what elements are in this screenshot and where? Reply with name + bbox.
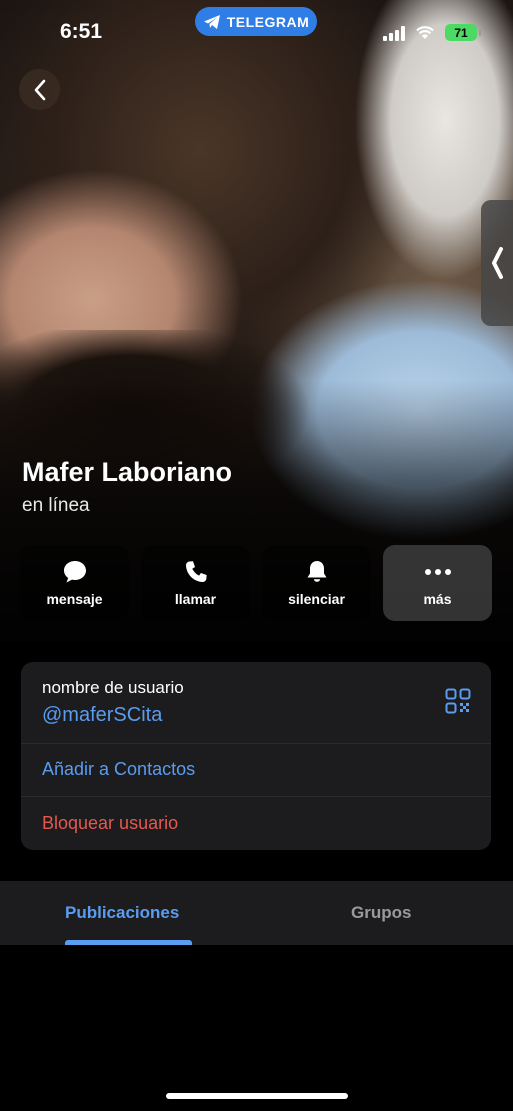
info-card: nombre de usuario @maferSCita Añadir a C… bbox=[21, 662, 491, 850]
chevron-left-icon bbox=[34, 79, 45, 100]
side-panel-handle[interactable] bbox=[481, 200, 513, 326]
battery-level: 71 bbox=[454, 25, 468, 40]
chevron-left-icon bbox=[492, 247, 503, 279]
username-row[interactable]: nombre de usuario @maferSCita bbox=[21, 662, 491, 744]
profile-status: en línea bbox=[22, 495, 90, 516]
telegram-pill-label: TELEGRAM bbox=[226, 13, 310, 30]
chat-bubble-icon bbox=[63, 561, 86, 583]
tab-posts[interactable]: Publicaciones bbox=[65, 903, 179, 923]
profile-name: Mafer Laboriano bbox=[22, 457, 233, 487]
message-button[interactable]: mensaje bbox=[20, 545, 129, 621]
qr-code-icon[interactable] bbox=[445, 688, 471, 714]
call-button[interactable]: llamar bbox=[141, 545, 250, 621]
signal-icon bbox=[383, 25, 405, 41]
block-user-button[interactable]: Bloquear usuario bbox=[21, 797, 491, 850]
mute-label: silenciar bbox=[288, 591, 345, 607]
bell-icon bbox=[307, 561, 326, 582]
action-bar: mensaje llamar silenciar más bbox=[20, 545, 492, 621]
status-time: 6:51 bbox=[60, 20, 103, 43]
tab-groups[interactable]: Grupos bbox=[351, 903, 411, 923]
username-value[interactable]: @maferSCita bbox=[42, 704, 162, 727]
media-tabs: Publicaciones Grupos bbox=[0, 881, 513, 945]
active-tab-indicator bbox=[65, 940, 192, 945]
add-contact-label: Añadir a Contactos bbox=[42, 759, 196, 779]
home-indicator[interactable] bbox=[166, 1093, 348, 1099]
more-button[interactable]: más bbox=[383, 545, 492, 621]
call-label: llamar bbox=[174, 591, 217, 607]
telegram-pill[interactable]: TELEGRAM bbox=[195, 7, 317, 36]
back-button[interactable] bbox=[19, 69, 60, 110]
message-label: mensaje bbox=[46, 591, 103, 607]
username-caption: nombre de usuario bbox=[42, 678, 184, 697]
more-icon bbox=[424, 569, 451, 575]
more-label: más bbox=[423, 591, 452, 607]
block-user-label: Bloquear usuario bbox=[42, 813, 179, 833]
phone-icon bbox=[185, 561, 207, 583]
status-indicators: 71 bbox=[383, 24, 481, 41]
wifi-icon bbox=[416, 26, 434, 39]
mute-button[interactable]: silenciar bbox=[262, 545, 371, 621]
battery-icon: 71 bbox=[445, 24, 481, 41]
add-contact-button[interactable]: Añadir a Contactos bbox=[21, 743, 491, 797]
paper-plane-icon bbox=[203, 14, 220, 29]
